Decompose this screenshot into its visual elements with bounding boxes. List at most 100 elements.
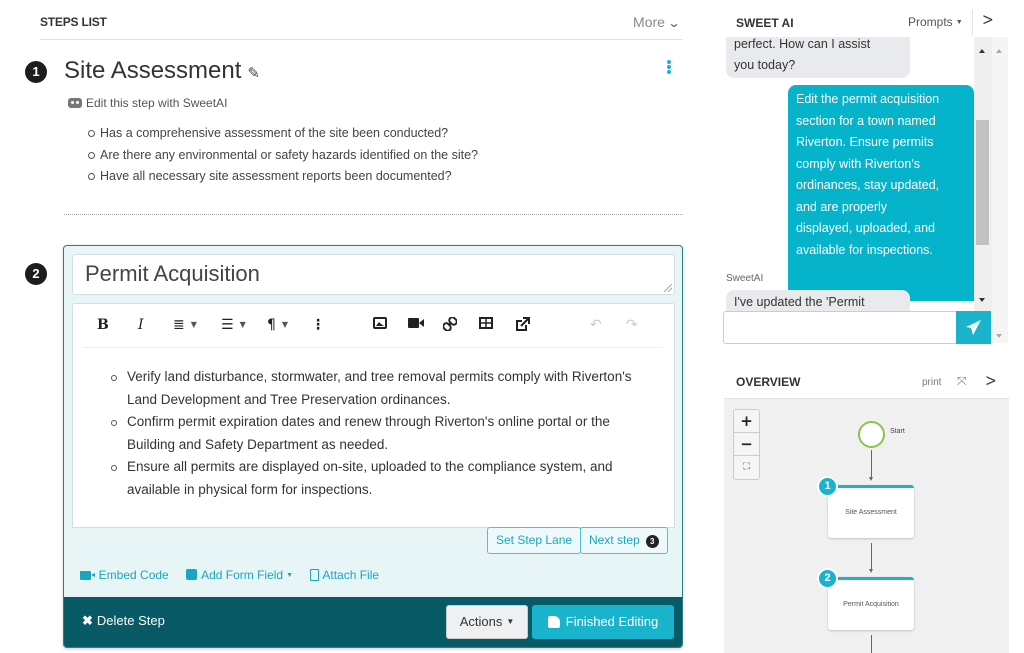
italic-button[interactable]: I (138, 317, 144, 333)
start-node[interactable] (858, 421, 885, 448)
pencil-icon[interactable]: ✎ (247, 64, 260, 82)
prompts-label: Prompts (908, 15, 953, 29)
rich-text-editor[interactable]: B I ≣ ▼ ☰ ▼ ¶ ▼ ⋮ ↶ ↷ Verify land distur… (72, 303, 675, 528)
sweet-ai-title: SWEET AI (736, 16, 794, 30)
insert-link-button[interactable] (442, 316, 458, 335)
panel-scrollbar[interactable] (992, 37, 1008, 343)
chat-messages[interactable]: perfect. How can I assist you today? Edi… (724, 37, 974, 311)
link-icon (442, 316, 458, 332)
list-item: Confirm permit expiration dates and rene… (109, 411, 649, 456)
insert-video-button[interactable] (408, 317, 424, 333)
bold-button[interactable]: B (97, 317, 109, 333)
paragraph-icon: ¶ (267, 317, 276, 333)
fit-view-button[interactable]: ⛶ (734, 456, 759, 479)
ordered-list-icon: ≣ (173, 317, 185, 333)
resize-handle-icon[interactable] (664, 284, 672, 292)
chat-scrollbar[interactable] (974, 37, 992, 311)
embed-code-label: Embed Code (98, 568, 169, 582)
step-title[interactable]: Site Assessment ✎ (64, 57, 260, 85)
message-line: available for inspections. (796, 242, 933, 257)
editor-content[interactable]: Verify land disturbance, stormwater, and… (109, 366, 649, 501)
step-options-kebab-icon[interactable] (664, 60, 674, 76)
steps-list-title: STEPS LIST (40, 15, 107, 29)
finished-editing-label: Finished Editing (565, 614, 659, 629)
flow-node-label: Site Assessment (845, 509, 897, 516)
collapse-panel-chevron-right-icon[interactable]: > (982, 10, 994, 29)
send-message-button[interactable] (956, 311, 991, 344)
image-icon (373, 317, 387, 329)
flow-node-number-badge: 1 (817, 476, 838, 497)
steps-list-header: STEPS LIST More ⌄ (40, 14, 683, 40)
list-item: Ensure all permits are displayed on-site… (109, 456, 649, 501)
robot-icon (68, 98, 82, 108)
more-options-button[interactable]: ⋮ (311, 317, 325, 333)
print-link[interactable]: print (922, 377, 941, 388)
arrow-down-icon (869, 477, 873, 481)
set-step-lane-button[interactable]: Set Step Lane (487, 527, 582, 554)
delete-step-label: Delete Step (96, 613, 165, 628)
step-number-badge: 2 (25, 263, 47, 285)
message-line: perfect. How can I assist (734, 37, 871, 51)
external-link-button[interactable] (515, 317, 530, 336)
caret-down-icon: ▼ (281, 320, 289, 329)
expand-arrows-icon[interactable]: ⤧ (957, 374, 967, 389)
collapse-overview-chevron-right-icon[interactable]: > (985, 371, 997, 390)
attach-file-label: Attach File (322, 568, 380, 582)
scrollbar-thumb[interactable] (976, 120, 989, 245)
delete-step-button[interactable]: ✖ Delete Step (82, 613, 165, 629)
add-form-field-label: Add Form Field (201, 568, 284, 582)
user-message-bubble: Edit the permit acquisition section for … (788, 85, 974, 301)
step-title-input[interactable]: Permit Acquisition (72, 254, 675, 295)
unordered-list-icon: ☰ (221, 317, 234, 333)
actions-dropdown-button[interactable]: Actions ▼ (446, 605, 528, 639)
insert-image-button[interactable] (373, 317, 387, 333)
insert-table-button[interactable] (479, 317, 493, 333)
caret-down-icon: ▼ (190, 320, 197, 329)
message-line: section for a town named (796, 113, 936, 128)
overview-flow-canvas[interactable]: + − ⛶ Start Site Assessment 1 Permit Acq… (724, 398, 1009, 653)
unordered-list-button[interactable]: ☰ ▼ (221, 317, 246, 333)
flow-node[interactable]: Permit Acquisition (828, 577, 914, 630)
caret-down-icon: ▼ (286, 572, 294, 579)
ai-message-bubble: perfect. How can I assist you today? (726, 37, 910, 78)
next-step-button[interactable]: Next step 3 (580, 527, 668, 554)
header-divider (972, 10, 973, 36)
zoom-controls: + − ⛶ (733, 409, 760, 480)
paragraph-button[interactable]: ¶ ▼ (267, 317, 288, 333)
ai-message-bubble: I've updated the 'Permit (726, 290, 910, 312)
scroll-down-arrow-icon[interactable] (979, 298, 985, 302)
attach-file-link[interactable]: Attach File (310, 568, 379, 582)
message-sender-label: SweetAI (726, 273, 764, 284)
scroll-up-arrow-icon[interactable] (996, 49, 1002, 53)
add-form-field-dropdown[interactable]: Add Form Field ▼ (186, 568, 293, 582)
chat-input[interactable] (723, 311, 957, 344)
scroll-up-arrow-icon[interactable] (979, 49, 985, 53)
zoom-in-button[interactable]: + (734, 410, 759, 433)
edit-with-ai-label: Edit this step with SweetAI (86, 96, 228, 110)
sweet-ai-header: SWEET AI Prompts ▼ (724, 10, 1024, 38)
table-icon (479, 317, 493, 329)
caret-down-icon: ▼ (506, 617, 515, 626)
finished-editing-button[interactable]: Finished Editing (532, 605, 674, 639)
more-button[interactable]: More ⌄ (633, 14, 680, 30)
edit-with-ai-link[interactable]: Edit this step with SweetAI (68, 96, 227, 110)
prompts-dropdown-button[interactable]: Prompts ▼ (908, 15, 963, 29)
ordered-list-button[interactable]: ≣ ▼ (173, 317, 197, 333)
zoom-out-button[interactable]: − (734, 433, 759, 456)
embed-code-link[interactable]: Embed Code (80, 568, 169, 582)
flow-connector (871, 543, 872, 571)
thumbs-up-icon (547, 616, 560, 628)
scroll-down-arrow-icon[interactable] (996, 334, 1002, 338)
start-node-label: Start (890, 428, 905, 435)
video-icon (408, 318, 424, 328)
undo-button[interactable]: ↶ (590, 317, 602, 333)
redo-button[interactable]: ↷ (626, 317, 638, 333)
editor-toolbar: B I ≣ ▼ ☰ ▼ ¶ ▼ ⋮ ↶ ↷ (83, 304, 663, 348)
steps-list-panel: STEPS LIST More ⌄ 1 Site Assessment ✎ Edit… (0, 0, 700, 653)
message-line: ordinances, stay updated, (796, 178, 940, 192)
actions-label: Actions (459, 614, 503, 629)
flow-node[interactable]: Site Assessment (828, 485, 914, 538)
step-extras-row: Embed Code Add Form Field ▼ Attach File (80, 568, 393, 582)
arrow-down-icon (869, 569, 873, 573)
external-link-icon (516, 317, 530, 331)
